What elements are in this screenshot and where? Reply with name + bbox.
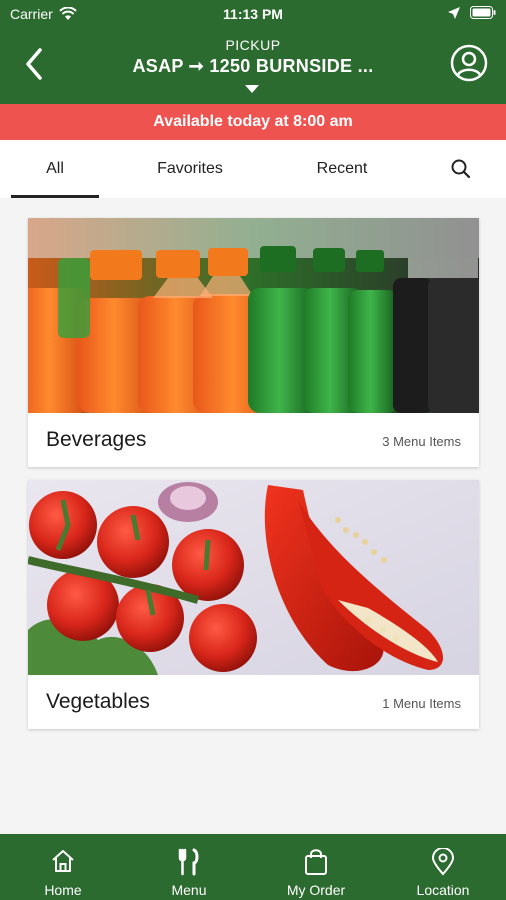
category-card-vegetables[interactable]: Vegetables 1 Menu Items [28, 480, 479, 729]
fork-knife-icon [178, 848, 199, 876]
home-icon [52, 850, 74, 872]
category-count: 1 Menu Items [382, 696, 461, 711]
tab-all[interactable]: All [11, 140, 99, 198]
tabbar-label: Location [416, 882, 470, 898]
location-pin-icon [431, 848, 455, 876]
tabbar-label: Home [44, 882, 82, 898]
tabbar-home[interactable]: Home [0, 834, 126, 900]
tab-favorites[interactable]: Favorites [130, 140, 250, 198]
tabbar-location[interactable]: Location [380, 834, 506, 900]
category-list: Beverages 3 Menu Items Vegetables 1 Menu… [0, 198, 506, 834]
category-card-beverages[interactable]: Beverages 3 Menu Items [28, 218, 479, 467]
app-header: PICKUP ASAP ➞ 1250 BURNSIDE ... [0, 28, 506, 104]
tabbar-label: My Order [286, 882, 346, 898]
battery-icon [470, 6, 496, 19]
beverages-image [28, 218, 479, 413]
category-count: 3 Menu Items [382, 434, 461, 449]
location-arrow-icon [448, 6, 460, 19]
search-button[interactable] [450, 158, 472, 180]
order-destination[interactable]: ASAP ➞ 1250 BURNSIDE ... [0, 56, 506, 77]
bottom-tab-bar: Home Menu My Order Location [0, 834, 506, 900]
tabbar-my-order[interactable]: My Order [253, 834, 379, 900]
user-icon [450, 44, 488, 82]
shopping-bag-icon [305, 849, 327, 875]
availability-banner: Available today at 8:00 am [0, 104, 506, 140]
filter-tabs: All Favorites Recent [0, 140, 506, 199]
vegetables-image [28, 480, 479, 675]
profile-button[interactable] [450, 44, 488, 82]
category-title: Beverages [46, 428, 147, 451]
tabbar-menu[interactable]: Menu [126, 834, 252, 900]
status-time: 11:13 PM [223, 6, 283, 22]
order-mode: PICKUP [225, 37, 281, 53]
tabbar-label: Menu [171, 882, 207, 898]
status-bar: Carrier 11:13 PM [0, 0, 506, 28]
category-title: Vegetables [46, 690, 150, 713]
status-right [448, 6, 496, 19]
tab-recent[interactable]: Recent [288, 140, 396, 198]
search-icon [451, 159, 471, 179]
caret-down-icon[interactable] [245, 85, 259, 93]
